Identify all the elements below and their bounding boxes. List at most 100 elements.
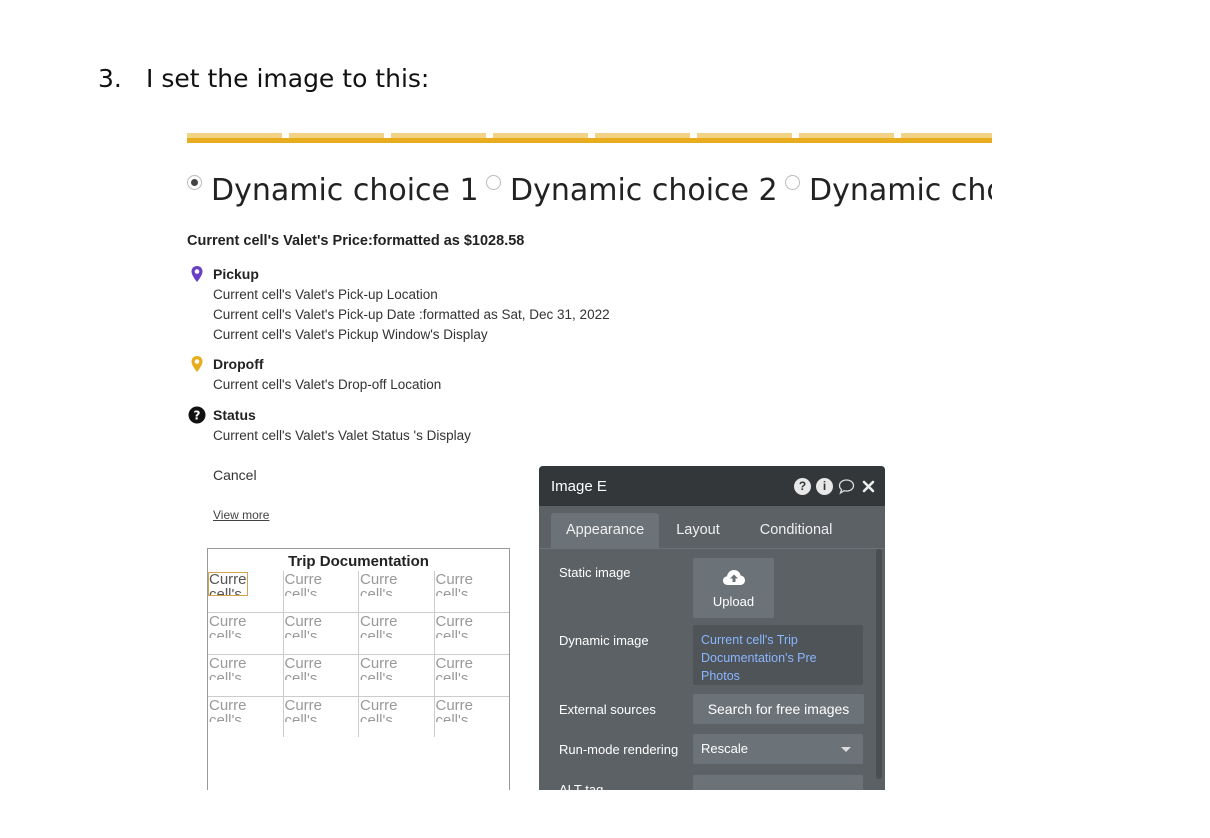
- grid-cell[interactable]: Curre cell's: [435, 571, 510, 612]
- radio-button[interactable]: [785, 175, 800, 190]
- grid-cell[interactable]: Curre cell's: [359, 655, 435, 696]
- question-icon[interactable]: ?: [794, 478, 811, 495]
- radio-group: Dynamic choice 1 Dynamic choice 2 Dynami…: [187, 170, 992, 216]
- step-label: I set the image to this:: [146, 64, 430, 93]
- trip-documentation-group: Trip Documentation Curre cell's Curre cell…: [207, 548, 510, 790]
- static-image-label: Static image: [559, 565, 631, 580]
- cell-text: Curre: [360, 613, 398, 630]
- cell-text: Curre: [435, 697, 474, 714]
- chevron-down-icon: [841, 747, 851, 752]
- status-display: Current cell's Valet's Valet Status 's D…: [213, 428, 471, 443]
- cell-text-2: cell's: [435, 713, 469, 722]
- info-icon[interactable]: i: [816, 478, 833, 495]
- cell-text: Curre: [360, 697, 398, 714]
- price-text: Current cell's Valet's Price:formatted a…: [187, 233, 525, 249]
- grid-cell[interactable]: Curre cell's: [359, 697, 435, 737]
- radio-option-2[interactable]: Dynamic choice 2: [486, 170, 778, 212]
- cell-text-2: cell's: [284, 629, 318, 638]
- grid-cell[interactable]: Curre cell's: [359, 613, 435, 654]
- cell-text-2: cell's: [360, 587, 393, 596]
- grid-cell[interactable]: Curre cell's: [208, 697, 284, 737]
- radio-label: Dynamic choice 2: [510, 173, 778, 208]
- pickup-location: Current cell's Valet's Pick-up Location: [213, 287, 438, 302]
- dynamic-image-expression[interactable]: Current cell's Trip Documentation's Pre …: [693, 625, 863, 685]
- run-mode-select[interactable]: Rescale: [693, 734, 863, 764]
- cell-text: Curre: [435, 571, 474, 588]
- cell-text: Curre: [360, 571, 398, 588]
- cell-text-2: cell's: [284, 671, 318, 680]
- cell-text: Curre: [209, 697, 247, 714]
- radio-label: Dynamic choi: [809, 173, 992, 208]
- cell-text: Curre: [209, 571, 247, 588]
- panel-header-icons: ? i: [794, 478, 877, 495]
- grid-cell-selected[interactable]: Curre cell's: [208, 571, 284, 612]
- upload-button[interactable]: Upload: [693, 558, 774, 618]
- grid-cell[interactable]: Curre cell's: [284, 613, 359, 654]
- view-more-link[interactable]: View more: [213, 508, 269, 522]
- cloud-upload-icon: [723, 570, 745, 585]
- search-free-images-button[interactable]: Search for free images: [693, 694, 864, 724]
- cell-text: Curre: [284, 571, 323, 588]
- cell-text-2: cell's: [209, 713, 242, 722]
- tab-appearance[interactable]: Appearance: [551, 513, 660, 548]
- map-pin-yellow-icon: [191, 356, 203, 372]
- question-circle-icon: ?: [188, 406, 206, 424]
- cell-text-2: cell's: [209, 671, 242, 680]
- map-pin-purple-icon: [191, 266, 203, 282]
- run-mode-value: Rescale: [701, 741, 748, 756]
- alt-tag-label: ALT tag: [559, 782, 604, 790]
- cell-text: Curre: [209, 655, 247, 672]
- cancel-button[interactable]: Cancel: [213, 467, 257, 483]
- grid-cell[interactable]: Curre cell's: [435, 697, 510, 737]
- comment-icon[interactable]: [838, 478, 855, 495]
- cell-text-2: cell's: [284, 713, 318, 722]
- panel-tabs: Appearance Layout Conditional: [551, 513, 847, 548]
- grid-cell[interactable]: Curre cell's: [284, 697, 359, 737]
- run-mode-label: Run-mode rendering: [559, 742, 679, 757]
- external-sources-label: External sources: [559, 702, 656, 717]
- dropoff-location: Current cell's Valet's Drop-off Location: [213, 377, 442, 392]
- cell-text: Curre: [209, 613, 247, 630]
- grid-cell[interactable]: Curre cell's: [284, 571, 359, 612]
- pickup-title: Pickup: [213, 266, 259, 282]
- tab-conditional[interactable]: Conditional: [745, 513, 848, 548]
- panel-title: Image E: [551, 478, 607, 495]
- pickup-window: Current cell's Valet's Pickup Window's D…: [213, 327, 488, 342]
- grid-cell[interactable]: Curre cell's: [284, 655, 359, 696]
- grid-cell[interactable]: Curre cell's: [435, 613, 510, 654]
- radio-button-selected[interactable]: [187, 175, 202, 190]
- radio-label: Dynamic choice 1: [211, 173, 479, 208]
- cell-text-2: cell's: [360, 629, 393, 638]
- cell-text: Curre: [435, 613, 474, 630]
- panel-scrollbar[interactable]: [876, 549, 882, 779]
- grid-cell[interactable]: Curre cell's: [435, 655, 510, 696]
- header-underline: [187, 138, 992, 143]
- cell-text: Curre: [284, 697, 323, 714]
- cell-text-2: cell's: [360, 671, 393, 680]
- grid-cell[interactable]: Curre cell's: [208, 655, 284, 696]
- grid-row: Curre cell's Curre cell's Curre cell's Curr…: [208, 613, 509, 655]
- panel-header[interactable]: Image E ? i: [539, 466, 885, 506]
- grid-row: Curre cell's Curre cell's Curre cell's Curr…: [208, 697, 509, 737]
- cell-text-2: cell's: [284, 587, 318, 596]
- svg-text:?: ?: [194, 409, 201, 423]
- grid-cell[interactable]: Curre cell's: [208, 613, 284, 654]
- pickup-date: Current cell's Valet's Pick-up Date :for…: [213, 307, 610, 322]
- dropoff-title: Dropoff: [213, 356, 264, 372]
- trip-documentation-title: Trip Documentation: [288, 553, 429, 570]
- radio-option-1[interactable]: Dynamic choice 1: [187, 170, 479, 212]
- grid-cell[interactable]: Curre cell's: [359, 571, 435, 612]
- radio-button[interactable]: [486, 175, 501, 190]
- alt-tag-input[interactable]: [693, 775, 863, 790]
- tab-layout[interactable]: Layout: [661, 513, 735, 548]
- close-icon[interactable]: [860, 478, 877, 495]
- radio-option-3[interactable]: Dynamic choi: [785, 170, 992, 212]
- cell-text-2: cell's: [209, 587, 242, 596]
- cell-text-2: cell's: [360, 713, 393, 722]
- cell-text-2: cell's: [435, 587, 469, 596]
- status-title: Status: [213, 407, 256, 423]
- cell-text-2: cell's: [435, 629, 469, 638]
- upload-label: Upload: [712, 594, 755, 609]
- step-text: 3. I set the image to this:: [98, 64, 429, 93]
- grid-row: Curre cell's Curre cell's Curre cell's Curr…: [208, 571, 509, 613]
